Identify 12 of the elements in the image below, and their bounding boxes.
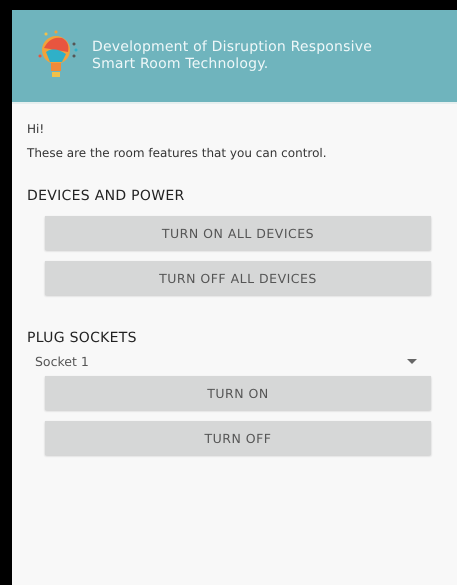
section-heading: PLUG SOCKETS xyxy=(27,330,138,346)
section-heading: DEVICES AND POWER xyxy=(27,188,186,204)
app-title: Development of Disruption Responsive xyxy=(92,39,372,56)
app-title: Smart Room Technology. xyxy=(92,56,270,73)
action-button[interactable]: TURN OFF xyxy=(45,421,431,455)
intro-text: These are the room features that you can control. xyxy=(27,146,328,160)
caret-icon xyxy=(407,358,417,364)
action-button[interactable]: TURN ON ALL DEVICES xyxy=(45,216,431,250)
action-button[interactable]: TURN ON xyxy=(45,376,431,410)
greeting-text: Hi! xyxy=(27,122,46,136)
socket-dropdown[interactable]: Socket 1 xyxy=(35,350,425,372)
action-button[interactable]: TURN OFF ALL DEVICES xyxy=(45,261,431,295)
